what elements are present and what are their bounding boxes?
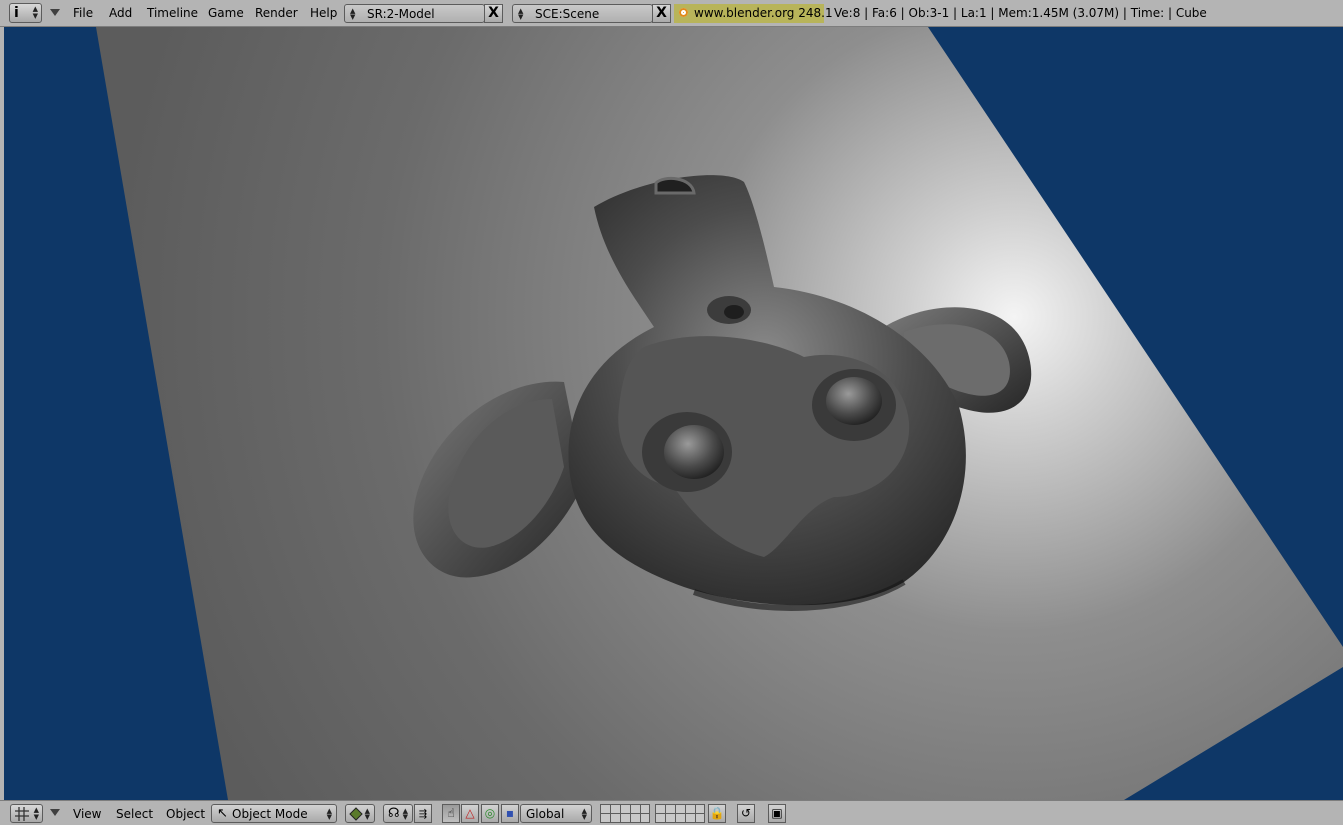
scene-selector[interactable]: ▲ ▼ SCE:Scene bbox=[512, 4, 653, 23]
orientation-label: Global bbox=[526, 807, 565, 821]
collapse-menus-icon[interactable] bbox=[50, 809, 60, 816]
translate-manipulator-button[interactable]: △ bbox=[461, 804, 479, 823]
pivot-icon: ☊ bbox=[388, 806, 400, 821]
menu-timeline[interactable]: Timeline bbox=[147, 6, 198, 20]
version-text: www.blender.org 248.1 bbox=[694, 6, 833, 20]
object-mode-icon: ↖ bbox=[217, 806, 228, 821]
menu-add[interactable]: Add bbox=[109, 6, 132, 20]
menu-object[interactable]: Object bbox=[166, 807, 205, 821]
screen-selector[interactable]: ▲ ▼ SR:2-Model bbox=[344, 4, 485, 23]
align-icon: ⇶ bbox=[418, 809, 428, 820]
ipo-keys-button[interactable]: ↺ bbox=[737, 804, 755, 823]
mode-selector[interactable]: ↖ Object Mode ▲ ▼ bbox=[211, 804, 337, 823]
info-header: i ▲ ▼ File Add Timeline Game Render Help … bbox=[0, 0, 1343, 27]
curve-icon: ↺ bbox=[740, 806, 752, 820]
menu-render[interactable]: Render bbox=[255, 6, 298, 20]
transform-orientation-selector[interactable]: Global ▲ ▼ bbox=[520, 804, 592, 823]
render-preview-button[interactable]: ▣ bbox=[768, 804, 786, 823]
hand-icon: ☝ bbox=[447, 806, 455, 820]
layer-buttons-group-1[interactable] bbox=[600, 804, 650, 823]
menu-game[interactable]: Game bbox=[208, 6, 244, 20]
scene-name[interactable]: SCE:Scene bbox=[535, 7, 599, 21]
translate-icon: △ bbox=[465, 806, 475, 820]
updown-arrows-icon: ▲ ▼ bbox=[32, 5, 38, 20]
delete-screen-button[interactable]: X bbox=[484, 4, 503, 23]
render-preview-icon: ▣ bbox=[771, 806, 783, 820]
menu-file[interactable]: File bbox=[73, 6, 93, 20]
scale-icon: ▪ bbox=[505, 806, 515, 820]
grid-icon bbox=[15, 807, 29, 821]
menu-help[interactable]: Help bbox=[310, 6, 337, 20]
updown-arrows-icon: ▲ ▼ bbox=[581, 807, 587, 821]
scene-statistics: Ve:8 | Fa:6 | Ob:3-1 | La:1 | Mem:1.45M … bbox=[834, 6, 1207, 20]
blender-logo-icon bbox=[679, 8, 688, 17]
3d-viewport[interactable] bbox=[4, 27, 1343, 800]
lock-layers-button[interactable]: 🔒 bbox=[708, 804, 726, 823]
mode-label: Object Mode bbox=[232, 807, 308, 821]
updown-arrows-icon: ▲ ▼ bbox=[33, 806, 39, 821]
align-to-view-button[interactable]: ⇶ bbox=[414, 804, 432, 823]
updown-arrows-icon: ▲ ▼ bbox=[518, 7, 524, 21]
lock-icon: 🔒 bbox=[709, 806, 725, 820]
editor-type-button[interactable]: i ▲ ▼ bbox=[9, 3, 42, 23]
shading-selector[interactable]: ▲ ▼ bbox=[345, 804, 375, 823]
rotate-manipulator-button[interactable]: ◎ bbox=[481, 804, 499, 823]
scale-manipulator-button[interactable]: ▪ bbox=[501, 804, 519, 823]
updown-arrows-icon: ▲ ▼ bbox=[350, 7, 356, 21]
updown-arrows-icon: ▲ ▼ bbox=[364, 807, 370, 821]
delete-scene-button[interactable]: X bbox=[652, 4, 671, 23]
3d-view-header: ▲ ▼ View Select Object ↖ Object Mode ▲ ▼ ▲… bbox=[0, 800, 1343, 825]
menu-select[interactable]: Select bbox=[116, 807, 153, 821]
manipulator-toggle[interactable]: ☝ bbox=[442, 804, 460, 823]
blender-version-badge: www.blender.org 248.1 bbox=[674, 4, 833, 23]
viewport-editor-type-button[interactable]: ▲ ▼ bbox=[10, 804, 43, 823]
solid-shading-icon bbox=[349, 807, 363, 821]
pivot-selector[interactable]: ☊ ▲ ▼ bbox=[383, 804, 413, 823]
updown-arrows-icon: ▲ ▼ bbox=[402, 807, 408, 821]
info-icon: i bbox=[14, 5, 19, 21]
menu-view[interactable]: View bbox=[73, 807, 101, 821]
updown-arrows-icon: ▲ ▼ bbox=[326, 807, 332, 821]
layer-buttons-group-2[interactable] bbox=[655, 804, 705, 823]
screen-name[interactable]: SR:2-Model bbox=[367, 7, 435, 21]
rotate-icon: ◎ bbox=[484, 806, 496, 820]
viewport-render bbox=[96, 27, 1343, 800]
collapse-menus-icon[interactable] bbox=[50, 9, 60, 16]
